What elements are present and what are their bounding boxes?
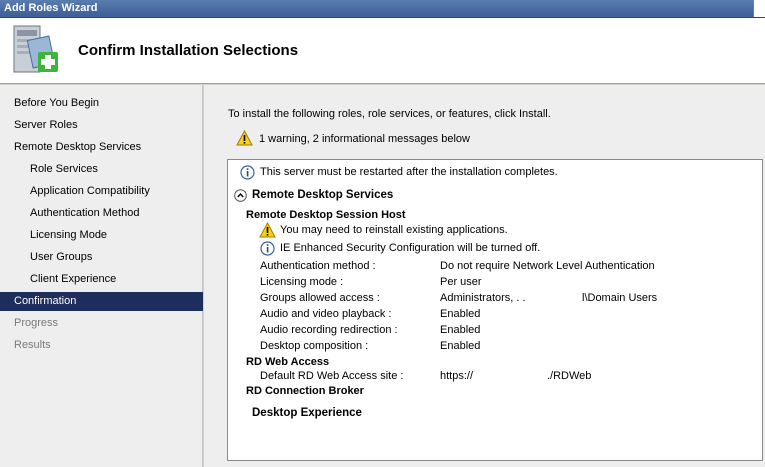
nav-item-server-roles[interactable]: Server Roles [0,116,203,135]
window-controls[interactable] [753,0,765,17]
setting-value: Per user [440,276,482,288]
setting-value: https:// [440,370,474,382]
warning-icon [236,130,253,146]
server-roles-add-icon [13,25,58,73]
subsection-title-session-host: Remote Desktop Session Host [246,209,406,221]
page-title: Confirm Installation Selections [78,42,299,59]
window-title: Add Roles Wizard [4,2,98,14]
setting-key: Audio and video playback : [260,308,392,320]
setting-key: Desktop composition : [260,340,369,352]
confirmation-details-box[interactable]: This server must be restarted after the … [227,159,763,461]
setting-value-domain-users: l\Domain Users [582,292,658,304]
setting-value-rdweb: ./RDWeb [547,370,592,382]
wizard-header: Confirm Installation Selections [0,18,765,84]
info-icon [240,165,255,180]
setting-value: Administrators, . . [440,292,526,304]
setting-key: Audio recording redirection : [260,324,398,336]
setting-value: Enabled [440,324,481,336]
nav-item-results: Results [14,339,51,351]
setting-value: Enabled [440,308,481,320]
restart-notice: This server must be restarted after the … [260,166,558,178]
nav-item-progress: Progress [14,317,59,329]
setting-value: Enabled [440,340,481,352]
collapse-icon[interactable] [234,189,247,202]
section-title-remote-desktop-services: Remote Desktop Services [252,189,394,201]
warning-icon [259,222,276,238]
nav-item-user-groups[interactable]: User Groups [0,248,203,267]
info-icon [260,241,275,256]
setting-key: Default RD Web Access site : [260,370,404,382]
setting-key: Licensing mode : [260,276,344,288]
ie-esc-info: IE Enhanced Security Configuration will … [280,242,541,254]
section-title-desktop-experience: Desktop Experience [252,407,362,419]
reinstall-warning: You may need to reinstall existing appli… [280,224,508,236]
nav-item-licensing-mode[interactable]: Licensing Mode [0,226,203,245]
nav-item-application-compatibility[interactable]: Application Compatibility [0,182,203,201]
nav-item-confirmation[interactable]: Confirmation [0,292,203,311]
nav-item-before-you-begin[interactable]: Before You Begin [0,94,203,113]
subsection-title-connection-broker: RD Connection Broker [246,385,364,397]
nav-item-authentication-method[interactable]: Authentication Method [0,204,203,223]
nav-item-client-experience[interactable]: Client Experience [0,270,203,289]
window-titlebar[interactable]: Add Roles Wizard [0,0,765,18]
setting-key: Groups allowed access : [260,292,380,304]
intro-text: To install the following roles, role ser… [228,108,551,120]
subsection-title-web-access: RD Web Access [246,356,330,368]
warning-summary-text: 1 warning, 2 informational messages belo… [259,133,470,145]
setting-value: Do not require Network Level Authenticat… [440,260,655,272]
nav-item-remote-desktop-services[interactable]: Remote Desktop Services [0,138,203,157]
nav-item-role-services[interactable]: Role Services [0,160,203,179]
setting-key: Authentication method : [260,260,376,272]
wizard-steps-nav: Before You Begin Server Roles Remote Des… [0,85,203,467]
